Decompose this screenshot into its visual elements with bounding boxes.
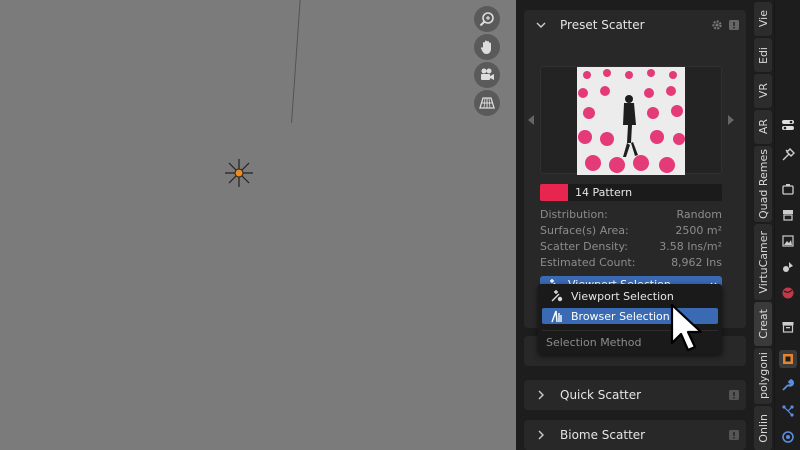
- biome-scatter-section: Biome Scatter: [524, 420, 746, 450]
- quick-scatter-section: Quick Scatter: [524, 380, 746, 410]
- info-icon[interactable]: [728, 429, 740, 441]
- tab-quad-remesher[interactable]: Quad Remes: [754, 146, 772, 222]
- next-preset-icon[interactable]: [728, 115, 734, 125]
- tab-label: AR: [756, 119, 770, 135]
- sidebar-tabs: Vie Edi VR AR Quad Remes VirtuCamer Crea…: [752, 0, 774, 450]
- section-title: Biome Scatter: [560, 428, 646, 442]
- section-title: Quick Scatter: [560, 388, 642, 402]
- physics-icon[interactable]: [779, 428, 797, 446]
- object-icon[interactable]: [779, 350, 797, 368]
- tab-virtucamera[interactable]: VirtuCamer: [754, 224, 772, 300]
- 3d-viewport[interactable]: [0, 0, 516, 450]
- tab-label: Quad Remes: [756, 149, 770, 219]
- stat-label: Estimated Count:: [540, 256, 636, 269]
- chevron-down-icon: [536, 22, 546, 28]
- pan-hand-icon[interactable]: [474, 34, 500, 60]
- stat-value: 8,962 Ins: [671, 256, 722, 269]
- info-icon[interactable]: [728, 389, 740, 401]
- tool-icon[interactable]: [779, 146, 797, 164]
- stat-label: Distribution:: [540, 208, 608, 221]
- scene-icon[interactable]: [779, 258, 797, 276]
- gear-icon[interactable]: [711, 19, 723, 31]
- tab-label: Onlin: [756, 413, 770, 443]
- preset-scatter-header[interactable]: Preset Scatter: [524, 10, 746, 40]
- stat-distribution: Distribution: Random: [540, 208, 722, 221]
- stat-scatter-density: Scatter Density: 3.58 Ins/m²: [540, 240, 722, 253]
- render-icon[interactable]: [779, 180, 797, 198]
- pattern-name[interactable]: 14 Pattern: [568, 184, 722, 201]
- chevron-right-icon: [538, 390, 544, 400]
- world-icon[interactable]: [779, 284, 797, 302]
- mouse-cursor-icon: [670, 303, 703, 352]
- chevron-right-icon: [538, 430, 544, 440]
- stat-estimated-count: Estimated Count: 8,962 Ins: [540, 256, 722, 269]
- tab-label: Edi: [756, 46, 770, 64]
- preset-preview-box: [528, 66, 734, 175]
- pattern-row[interactable]: 14 Pattern: [540, 184, 722, 201]
- view-layer-icon[interactable]: [779, 232, 797, 250]
- stat-value: 2500 m²: [675, 224, 722, 237]
- previous-preset-icon[interactable]: [528, 115, 534, 125]
- tab-polygoniq[interactable]: polygoni: [754, 348, 772, 404]
- stat-label: Scatter Density:: [540, 240, 628, 253]
- tab-label: VR: [756, 83, 770, 99]
- dropdown-item-label: Viewport Selection: [571, 289, 674, 303]
- stat-surface-area: Surface(s) Area: 2500 m²: [540, 224, 722, 237]
- zoom-icon[interactable]: [474, 6, 500, 32]
- pattern-color-swatch[interactable]: [540, 184, 568, 201]
- tab-view[interactable]: Vie: [754, 2, 772, 36]
- biome-scatter-header[interactable]: Biome Scatter: [524, 420, 746, 450]
- toggle-icon[interactable]: [779, 116, 797, 134]
- light-object-icon[interactable]: [224, 158, 254, 188]
- particles-icon[interactable]: [779, 402, 797, 420]
- tab-label: VirtuCamer: [756, 230, 770, 294]
- viewport-edge-line: [291, 0, 301, 123]
- output-icon[interactable]: [779, 206, 797, 224]
- stat-label: Surface(s) Area:: [540, 224, 629, 237]
- properties-tabs-column: [774, 0, 800, 450]
- stat-value: 3.58 Ins/m²: [659, 240, 722, 253]
- browser-selection-icon: [551, 310, 562, 323]
- tab-label: Vie: [756, 10, 770, 28]
- section-title: Preset Scatter: [560, 18, 645, 32]
- quick-scatter-header[interactable]: Quick Scatter: [524, 380, 746, 410]
- tab-vr[interactable]: VR: [754, 74, 772, 108]
- stat-value: Random: [676, 208, 722, 221]
- camera-view-icon[interactable]: [474, 62, 500, 88]
- tab-edit[interactable]: Edi: [754, 38, 772, 72]
- viewport-selection-icon: [551, 290, 563, 302]
- info-icon[interactable]: [728, 19, 740, 31]
- preset-scatter-section: Preset Scatter 14 Pattern Distribution: …: [524, 10, 746, 328]
- tab-label: polygoni: [756, 352, 770, 400]
- tab-create[interactable]: Creat: [754, 302, 772, 346]
- properties-panel: Preset Scatter 14 Pattern Distribution: …: [516, 0, 752, 450]
- tab-online[interactable]: Onlin: [754, 406, 772, 450]
- dropdown-title: Selection Method: [546, 336, 642, 349]
- modifier-wrench-icon[interactable]: [779, 376, 797, 394]
- preset-thumbnail[interactable]: [577, 67, 685, 175]
- tab-ar[interactable]: AR: [754, 110, 772, 144]
- dropdown-item-viewport-selection[interactable]: Viewport Selection: [542, 288, 718, 304]
- tab-label: Creat: [756, 309, 770, 339]
- dropdown-item-label: Browser Selection: [571, 309, 670, 323]
- collection-icon[interactable]: [779, 318, 797, 336]
- grid-projection-icon[interactable]: [474, 90, 500, 116]
